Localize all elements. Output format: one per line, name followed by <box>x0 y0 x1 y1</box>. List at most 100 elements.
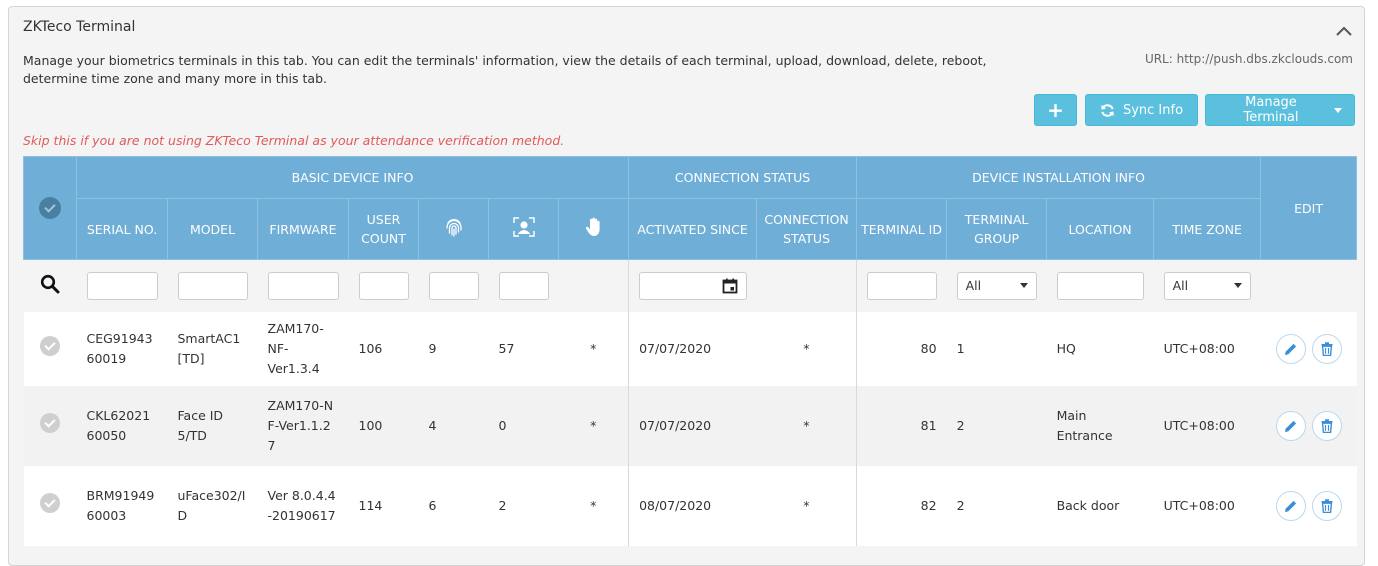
terminal-table: BASIC DEVICE INFO CONNECTION STATUS DEVI… <box>23 156 1358 546</box>
row-select-check-icon[interactable] <box>40 335 60 356</box>
face-icon <box>512 216 535 237</box>
search-icon[interactable] <box>40 274 60 294</box>
cell-fingerprint: 9 <box>418 311 489 386</box>
cell-face: 0 <box>488 385 559 466</box>
cell-fingerprint: 6 <box>418 465 489 546</box>
row-select-check-icon[interactable] <box>40 492 60 513</box>
delete-button[interactable] <box>1311 333 1342 364</box>
filter-terminal-id-input[interactable] <box>867 271 937 300</box>
filter-terminal-group-cell: All <box>946 259 1047 312</box>
row-select-check-icon[interactable] <box>40 412 60 433</box>
filter-time-zone-select[interactable]: All <box>1163 271 1251 300</box>
group-basic-device-info: BASIC DEVICE INFO <box>75 156 630 199</box>
group-connection-status: CONNECTION STATUS <box>628 156 858 199</box>
add-terminal-button[interactable]: + <box>1034 94 1077 126</box>
cell-user-count: 114 <box>348 465 419 546</box>
cell-terminal-id: 81 <box>856 385 947 466</box>
delete-button[interactable] <box>1311 490 1342 521</box>
col-palm[interactable] <box>557 198 630 260</box>
col-location[interactable]: LOCATION <box>1046 198 1155 260</box>
col-terminal-group[interactable]: TERMINAL GROUP <box>946 198 1048 260</box>
filter-firmware-input[interactable] <box>267 271 339 300</box>
filter-conn-status-cell <box>756 259 858 312</box>
panel-description: Manage your biometrics terminals in this… <box>23 53 987 86</box>
table-row[interactable]: CKL6202160050 Face ID 5/TD ZAM170-NF-Ver… <box>23 385 1357 466</box>
col-connection-status[interactable]: CONNECTION STATUS <box>756 198 858 260</box>
cell-firmware: ZAM170-NF-Ver1.3.4 <box>257 311 349 386</box>
col-face[interactable] <box>488 198 559 260</box>
cell-palm: * <box>558 311 630 386</box>
filter-activated-date-input[interactable] <box>639 271 747 300</box>
cell-activated: 07/07/2020 <box>628 311 757 386</box>
cell-palm: * <box>558 385 630 466</box>
filter-face-cell <box>488 259 559 312</box>
edit-button[interactable] <box>1275 333 1306 364</box>
calendar-icon[interactable] <box>722 278 738 294</box>
cell-firmware: Ver 8.0.4.4-20190617 <box>257 465 349 546</box>
cell-time-zone: UTC+08:00 <box>1153 465 1261 546</box>
col-terminal-id[interactable]: TERMINAL ID <box>856 198 948 260</box>
cell-location: Back door <box>1046 465 1154 546</box>
filter-terminal-group-value: All <box>965 278 982 294</box>
pencil-icon <box>1284 500 1296 512</box>
filter-activated-cell <box>628 259 757 312</box>
cell-model: SmartAC1[TD] <box>167 311 258 386</box>
filter-row: All All <box>23 259 1357 312</box>
cell-terminal-group: 2 <box>946 465 1047 546</box>
cell-user-count: 100 <box>348 385 419 466</box>
push-url: URL: http://push.dbs.zkclouds.com <box>1144 52 1353 66</box>
filter-firmware-cell <box>257 259 349 312</box>
filter-serial-cell <box>76 259 168 312</box>
col-user-count[interactable]: USER COUNT <box>348 198 419 260</box>
filter-terminal-group-select[interactable]: All <box>956 271 1037 300</box>
cell-serial: CKL6202160050 <box>76 385 168 466</box>
group-edit: EDIT <box>1260 156 1358 260</box>
manage-terminal-dropdown[interactable]: Manage Terminal <box>1205 94 1355 126</box>
pencil-icon <box>1284 420 1296 432</box>
cell-conn-status: * <box>756 465 858 546</box>
filter-model-input[interactable] <box>177 271 248 300</box>
col-firmware[interactable]: FIRMWARE <box>257 198 349 260</box>
select-all-header[interactable] <box>23 156 77 260</box>
filter-location-input[interactable] <box>1056 271 1144 300</box>
col-fingerprint[interactable] <box>418 198 489 260</box>
chevron-up-icon[interactable] <box>1334 23 1354 39</box>
cell-terminal-group: 1 <box>946 311 1047 386</box>
col-activated-since[interactable]: ACTIVATED SINCE <box>628 198 758 260</box>
filter-fingerprint-input[interactable] <box>428 271 479 300</box>
pencil-icon <box>1284 343 1296 355</box>
warning-text: Skip this if you are not using ZKTeco Te… <box>23 133 565 148</box>
cell-face: 2 <box>488 465 559 546</box>
panel-title: ZKTeco Terminal <box>23 19 136 35</box>
sync-info-button[interactable]: Sync Info <box>1085 94 1198 126</box>
filter-serial-input[interactable] <box>86 271 158 300</box>
filter-face-input[interactable] <box>498 271 549 300</box>
cell-firmware: ZAM170-NF-Ver1.1.27 <box>257 385 349 466</box>
trash-icon <box>1321 418 1333 433</box>
filter-location-cell <box>1046 259 1154 312</box>
manage-terminal-label: Manage Terminal <box>1243 95 1299 125</box>
col-time-zone[interactable]: TIME ZONE <box>1153 198 1262 260</box>
filter-time-zone-value: All <box>1172 278 1189 294</box>
cell-conn-status: * <box>756 385 858 466</box>
caret-down-icon <box>1019 283 1028 289</box>
cell-time-zone: UTC+08:00 <box>1153 385 1261 466</box>
col-model[interactable]: MODEL <box>167 198 258 260</box>
cell-user-count: 106 <box>348 311 419 386</box>
zkteco-terminal-panel: ZKTeco Terminal Manage your biometrics t… <box>8 6 1365 566</box>
cell-model: uFace302/ID <box>167 465 258 546</box>
filter-search-cell <box>23 259 77 312</box>
col-serial-no[interactable]: SERIAL NO. <box>76 198 168 260</box>
edit-button[interactable] <box>1275 490 1306 521</box>
table-row[interactable]: BRM9194960003 uFace302/ID Ver 8.0.4.4-20… <box>23 465 1357 546</box>
delete-button[interactable] <box>1311 410 1342 441</box>
filter-user-count-input[interactable] <box>358 271 409 300</box>
select-all-check-icon[interactable] <box>39 197 61 219</box>
edit-button[interactable] <box>1275 410 1306 441</box>
cell-activated: 08/07/2020 <box>628 465 757 546</box>
filter-fingerprint-cell <box>418 259 489 312</box>
terminal-table-wrapper: BASIC DEVICE INFO CONNECTION STATUS DEVI… <box>23 156 1358 556</box>
trash-icon <box>1321 498 1333 513</box>
table-row[interactable]: CEG9194360019 SmartAC1[TD] ZAM170-NF-Ver… <box>23 311 1357 386</box>
caret-down-icon <box>1233 283 1242 289</box>
